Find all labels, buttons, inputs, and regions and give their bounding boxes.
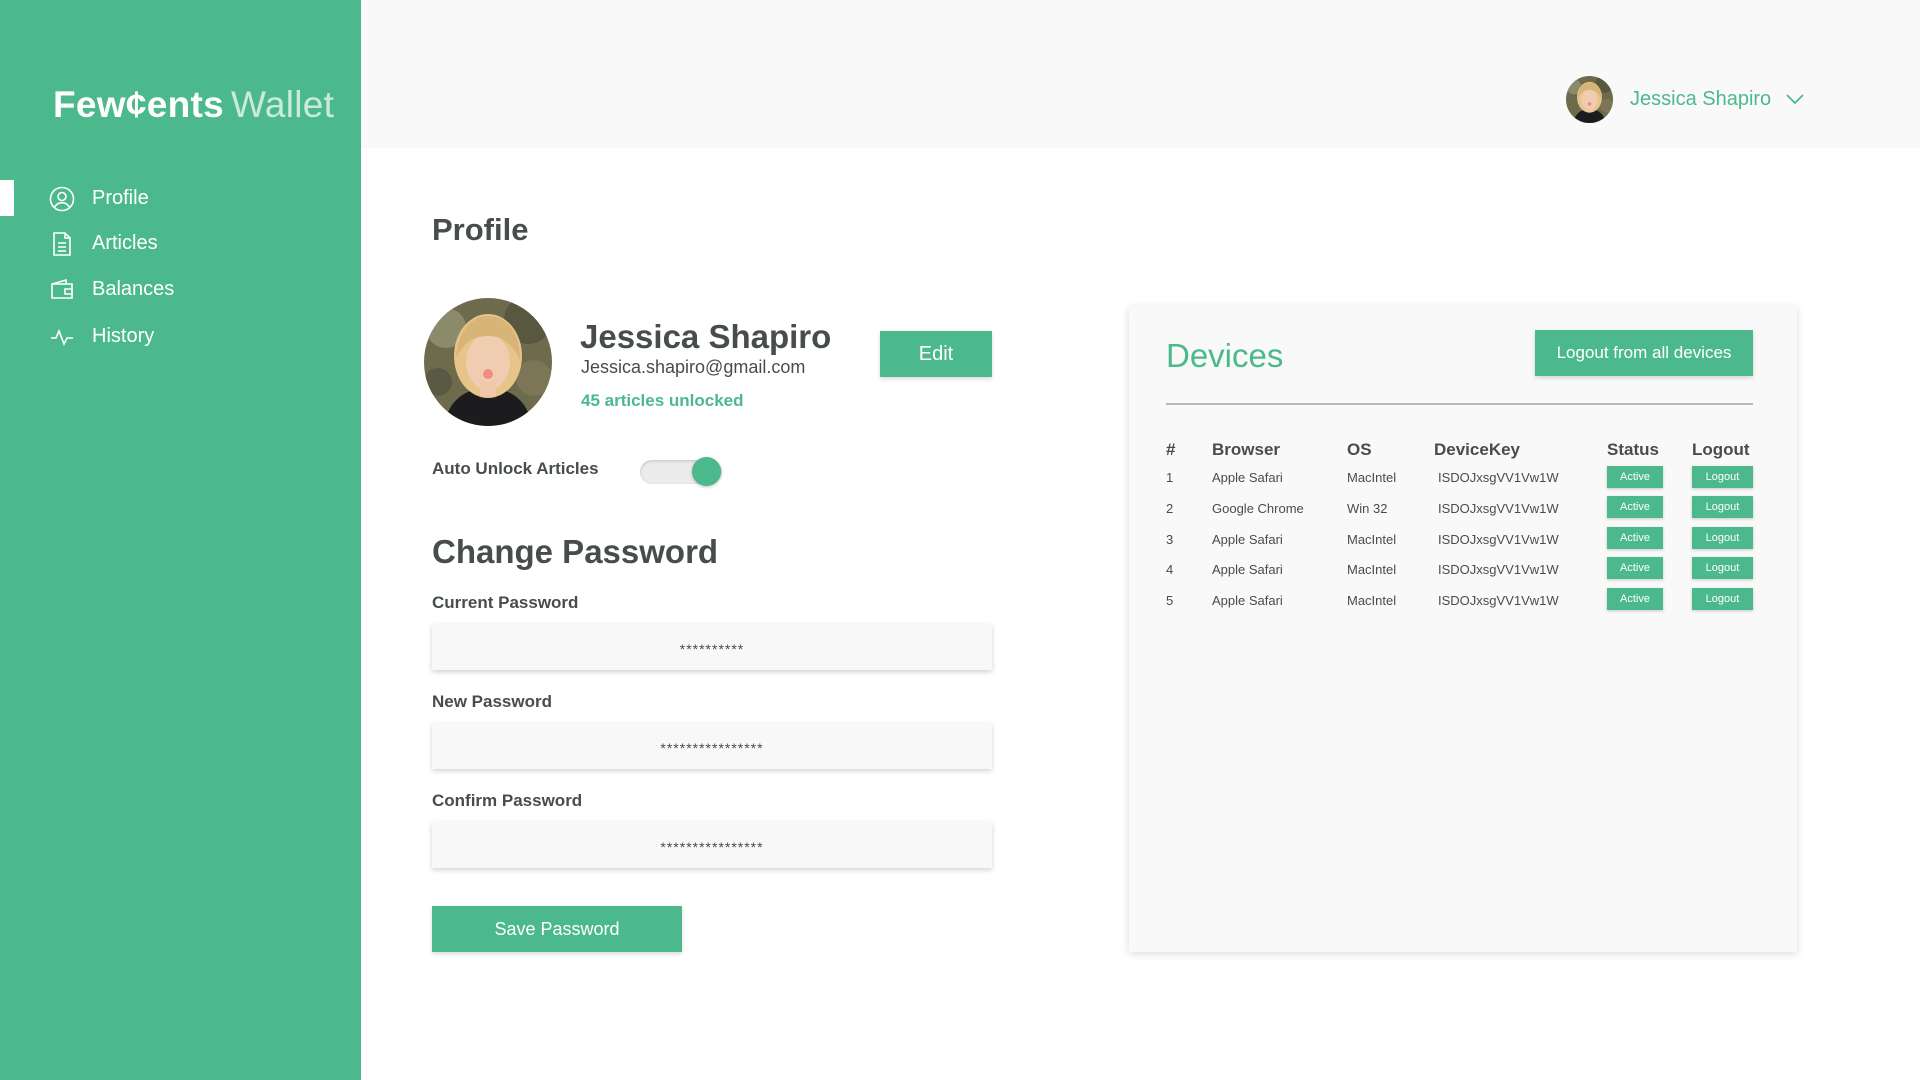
row-browser: Apple Safari: [1212, 470, 1283, 485]
top-header: [361, 0, 1920, 148]
row-device-key: ISDOJxsgVV1Vw1W: [1438, 562, 1559, 577]
device-logout-button[interactable]: Logout: [1692, 466, 1753, 488]
status-badge: Active: [1607, 557, 1663, 579]
active-indicator: [0, 180, 14, 216]
row-browser: Apple Safari: [1212, 593, 1283, 608]
devices-title: Devices: [1166, 337, 1284, 374]
row-number: 2: [1166, 501, 1174, 516]
row-device-key: ISDOJxsgVV1Vw1W: [1438, 532, 1559, 547]
confirm-password-field[interactable]: [432, 822, 992, 868]
save-password-button[interactable]: Save Password: [432, 906, 682, 952]
user-menu[interactable]: Jessica Shapiro: [1566, 75, 1805, 123]
row-device-key: ISDOJxsgVV1Vw1W: [1438, 470, 1559, 485]
page-title: Profile: [432, 212, 529, 247]
row-number: 5: [1166, 593, 1174, 608]
current-password-field[interactable]: [432, 624, 992, 670]
logo-brand: Few¢ents: [53, 84, 225, 125]
change-password-title: Change Password: [432, 533, 719, 570]
sidebar-item-label: Articles: [92, 232, 158, 254]
status-badge: Active: [1607, 466, 1663, 488]
toggle-knob: [692, 457, 721, 486]
articles-unlocked-count: 45 articles unlocked: [581, 391, 744, 410]
logo-suffix: Wallet: [231, 84, 335, 125]
row-os: MacIntel: [1347, 562, 1397, 577]
user-name: Jessica Shapiro: [1630, 87, 1772, 110]
user-circle-icon: [49, 186, 75, 212]
profile-email: Jessica.shapiro@gmail.com: [581, 357, 806, 377]
status-badge: Active: [1607, 496, 1663, 518]
device-logout-button[interactable]: Logout: [1692, 588, 1753, 610]
confirm-password-label: Confirm Password: [432, 791, 583, 810]
current-password-label: Current Password: [432, 593, 579, 612]
column-header-logout: Logout: [1692, 440, 1750, 459]
column-header-os: OS: [1347, 440, 1372, 459]
avatar: [1566, 75, 1613, 123]
row-browser: Apple Safari: [1212, 532, 1283, 547]
sidebar-item-label: History: [92, 325, 155, 347]
row-browser: Apple Safari: [1212, 562, 1283, 577]
auto-unlock-toggle[interactable]: [640, 456, 722, 486]
wallet-icon: [51, 278, 73, 299]
auto-unlock-label: Auto Unlock Articles: [432, 459, 599, 478]
row-device-key: ISDOJxsgVV1Vw1W: [1438, 593, 1559, 608]
chevron-down-icon: [1786, 94, 1804, 105]
status-badge: Active: [1607, 588, 1663, 610]
status-badge: Active: [1607, 527, 1663, 549]
devices-card: Devices Logout from all devices # Browse…: [1129, 306, 1797, 952]
sidebar: Few¢ents Wallet Profile Articles Balances: [0, 0, 361, 1080]
row-number: 3: [1166, 532, 1174, 547]
app-logo[interactable]: Few¢ents Wallet: [53, 84, 334, 126]
row-number: 4: [1166, 562, 1174, 577]
avatar-image: [1566, 75, 1613, 123]
sidebar-item-profile[interactable]: Profile: [0, 178, 361, 218]
row-browser: Google Chrome: [1212, 501, 1304, 516]
row-number: 1: [1166, 470, 1174, 485]
profile-avatar: [424, 298, 552, 426]
sidebar-item-articles[interactable]: Articles: [0, 223, 361, 263]
devices-divider: [1166, 403, 1753, 405]
activity-icon: [51, 328, 73, 346]
new-password-field[interactable]: [432, 723, 992, 769]
device-logout-button[interactable]: Logout: [1692, 496, 1753, 518]
sidebar-item-balances[interactable]: Balances: [0, 269, 361, 309]
sidebar-item-history[interactable]: History: [0, 316, 361, 356]
column-header-browser: Browser: [1212, 440, 1281, 459]
row-os: MacIntel: [1347, 593, 1397, 608]
column-header-status: Status: [1607, 440, 1659, 459]
device-logout-button[interactable]: Logout: [1692, 527, 1753, 549]
column-header-devicekey: DeviceKey: [1434, 440, 1521, 459]
row-device-key: ISDOJxsgVV1Vw1W: [1438, 501, 1559, 516]
profile-photo: [424, 298, 552, 426]
document-icon: [53, 232, 71, 256]
new-password-label: New Password: [432, 692, 552, 711]
profile-name: Jessica Shapiro: [580, 318, 832, 355]
row-os: MacIntel: [1347, 470, 1397, 485]
edit-profile-button[interactable]: Edit: [880, 331, 992, 377]
logout-all-devices-button[interactable]: Logout from all devices: [1535, 330, 1753, 376]
device-logout-button[interactable]: Logout: [1692, 557, 1753, 579]
sidebar-item-label: Profile: [92, 187, 149, 209]
sidebar-item-label: Balances: [92, 278, 175, 300]
column-header-number: #: [1166, 440, 1176, 459]
row-os: MacIntel: [1347, 532, 1397, 547]
row-os: Win 32: [1347, 501, 1388, 516]
